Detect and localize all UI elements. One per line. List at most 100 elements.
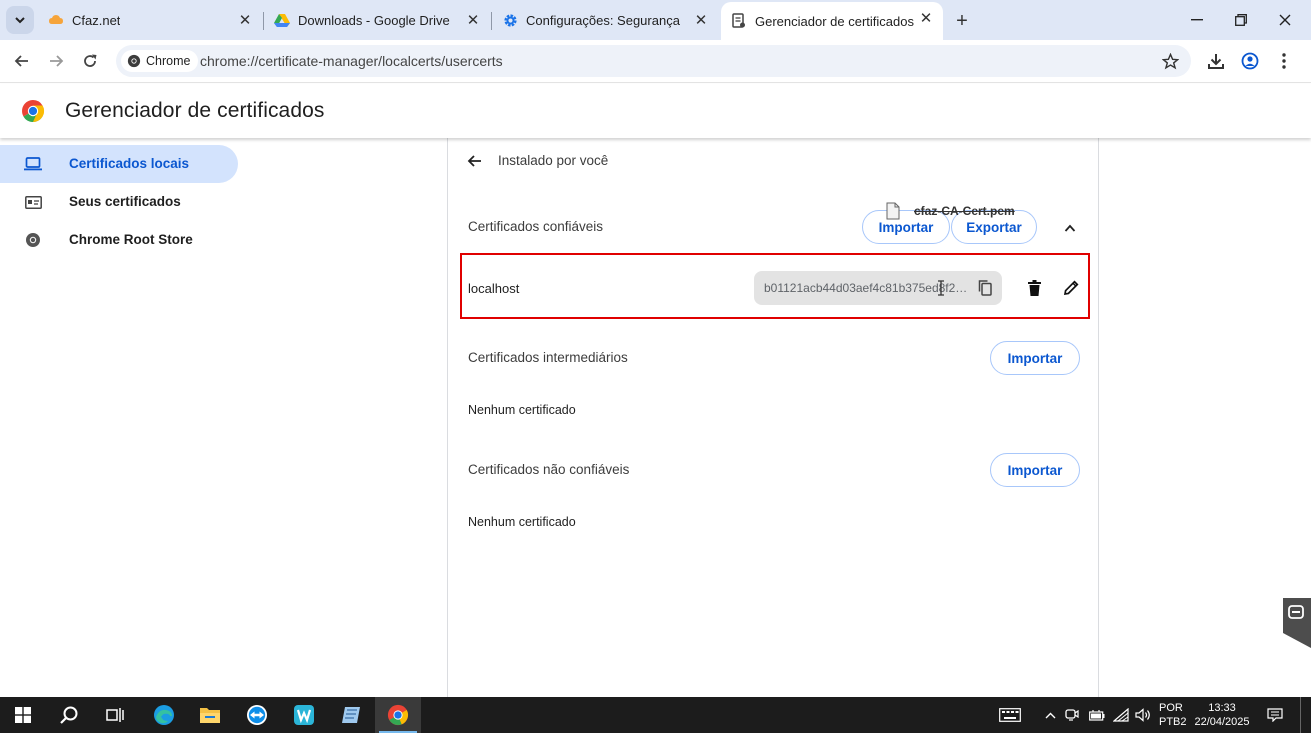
chevron-up-icon bbox=[1045, 712, 1055, 718]
close-icon bbox=[1279, 14, 1291, 26]
close-tab-icon[interactable]: ✕ bbox=[692, 11, 710, 29]
menu-button[interactable] bbox=[1272, 49, 1296, 73]
sidebar: Certificados locais Seus certificados Ch… bbox=[0, 138, 260, 698]
close-tab-icon[interactable]: ✕ bbox=[236, 11, 254, 29]
id-card-icon bbox=[24, 194, 42, 210]
chevron-up-icon bbox=[1064, 224, 1076, 232]
notification-icon bbox=[1267, 708, 1283, 722]
start-button[interactable] bbox=[0, 697, 46, 733]
task-view-button[interactable] bbox=[92, 697, 138, 733]
chip-label: Chrome bbox=[146, 54, 191, 68]
taskbar-teamviewer[interactable] bbox=[234, 697, 280, 733]
tab-search-button[interactable] bbox=[6, 6, 34, 34]
tab-settings-security[interactable]: Configurações: Segurança ✕ bbox=[494, 4, 718, 36]
tray-battery-button[interactable] bbox=[1086, 697, 1108, 733]
sidebar-item-local-certificates[interactable]: Certificados locais bbox=[0, 145, 238, 183]
address-bar[interactable]: Chrome chrome://certificate-manager/loca… bbox=[116, 45, 1191, 77]
speaker-icon bbox=[1135, 708, 1150, 722]
profile-button[interactable] bbox=[1238, 49, 1262, 73]
tray-volume-button[interactable] bbox=[1133, 697, 1153, 733]
certificate-card: Instalado por você Certificados confiáve… bbox=[447, 138, 1099, 698]
drive-icon bbox=[274, 12, 290, 28]
laptop-icon bbox=[24, 156, 42, 172]
tray-overflow-button[interactable] bbox=[1042, 697, 1058, 733]
bookmark-star-icon[interactable] bbox=[1161, 52, 1179, 70]
taskbar-search-button[interactable] bbox=[46, 697, 92, 733]
task-view-icon bbox=[106, 708, 124, 722]
notification-center-button[interactable] bbox=[1262, 697, 1288, 733]
sidebar-item-chrome-root-store[interactable]: Chrome Root Store bbox=[0, 221, 238, 259]
import-untrusted-button[interactable]: Importar bbox=[990, 453, 1080, 487]
edge-icon bbox=[154, 705, 174, 725]
taskbar-notes-app[interactable] bbox=[328, 697, 374, 733]
language-secondary: PTB2 bbox=[1159, 716, 1187, 728]
intermediate-certificates-label: Certificados intermediários bbox=[468, 350, 628, 365]
section-subtitle: Instalado por você bbox=[498, 153, 609, 168]
new-tab-button[interactable]: + bbox=[950, 9, 974, 33]
chrome-logo-icon bbox=[22, 100, 44, 122]
chevron-down-icon bbox=[15, 17, 25, 24]
restore-button[interactable] bbox=[1218, 0, 1264, 40]
downloads-button[interactable] bbox=[1204, 49, 1228, 73]
taskbar-file-explorer[interactable] bbox=[187, 697, 233, 733]
reload-button[interactable] bbox=[78, 49, 102, 73]
gear-icon bbox=[502, 12, 518, 28]
copy-icon[interactable] bbox=[977, 279, 993, 297]
tray-keyboard-button[interactable] bbox=[996, 697, 1024, 733]
clock-date: 22/04/2025 bbox=[1194, 716, 1250, 728]
tab-title: Downloads - Google Drive bbox=[298, 12, 450, 28]
text-cursor-icon bbox=[938, 280, 944, 296]
tab-title: Configurações: Segurança bbox=[526, 12, 680, 28]
minimize-button[interactable] bbox=[1174, 0, 1220, 40]
intermediate-empty-text: Nenhum certificado bbox=[468, 403, 576, 417]
sidebar-item-label: Certificados locais bbox=[69, 156, 190, 171]
arrow-right-icon bbox=[50, 55, 64, 67]
dragged-file: cfaz-CA-Cert.pem bbox=[886, 201, 1015, 221]
keyboard-icon bbox=[999, 708, 1021, 722]
clock[interactable]: 13:33 22/04/2025 bbox=[1192, 701, 1252, 729]
windows-taskbar: POR PTB2 13:33 22/04/2025 bbox=[0, 697, 1311, 733]
delete-certificate-button[interactable] bbox=[1024, 278, 1044, 298]
tab-certificate-manager[interactable]: Gerenciador de certificados ✕ bbox=[721, 2, 943, 40]
sidebar-item-label: Seus certificados bbox=[69, 194, 181, 209]
certificate-hash-field[interactable]: b01121acb44d03aef4c81b375ed8f24c... bbox=[754, 271, 1002, 305]
sidebar-item-your-certificates[interactable]: Seus certificados bbox=[0, 183, 238, 221]
edit-certificate-button[interactable] bbox=[1061, 278, 1081, 298]
remote-session-tab[interactable] bbox=[1283, 598, 1311, 648]
tray-meet-button[interactable] bbox=[1062, 697, 1082, 733]
back-button[interactable] bbox=[10, 49, 34, 73]
language-indicator[interactable]: POR PTB2 bbox=[1159, 701, 1187, 729]
taskbar-edge[interactable] bbox=[141, 697, 187, 733]
arrow-left-icon bbox=[467, 155, 481, 167]
tab-strip: Cfaz.net ✕ Downloads - Google Drive ✕ Co… bbox=[0, 0, 1311, 40]
dragged-file-name: cfaz-CA-Cert.pem bbox=[914, 204, 1015, 218]
close-window-button[interactable] bbox=[1262, 0, 1308, 40]
reload-icon bbox=[84, 54, 97, 67]
trash-icon bbox=[1027, 280, 1041, 296]
close-tab-icon[interactable]: ✕ bbox=[917, 9, 935, 27]
tab-cfaz[interactable]: Cfaz.net ✕ bbox=[40, 4, 262, 36]
chrome-icon bbox=[24, 232, 42, 248]
tab-divider bbox=[491, 12, 492, 30]
clock-time: 13:33 bbox=[1208, 702, 1236, 714]
import-intermediate-button[interactable]: Importar bbox=[990, 341, 1080, 375]
show-desktop-button[interactable] bbox=[1300, 697, 1311, 733]
back-arrow-button[interactable] bbox=[464, 152, 484, 170]
untrusted-empty-text: Nenhum certificado bbox=[468, 515, 576, 529]
close-tab-icon[interactable]: ✕ bbox=[464, 11, 482, 29]
wps-icon bbox=[294, 705, 314, 725]
folder-icon bbox=[200, 708, 220, 723]
teamviewer-icon bbox=[247, 705, 267, 725]
certificate-name: localhost bbox=[468, 281, 520, 296]
forward-button[interactable] bbox=[44, 49, 68, 73]
profile-icon bbox=[1241, 52, 1259, 70]
restore-icon bbox=[1235, 14, 1247, 26]
taskbar-chrome[interactable] bbox=[375, 697, 421, 733]
browser-toolbar: Chrome chrome://certificate-manager/loca… bbox=[0, 40, 1311, 83]
site-info-chip[interactable]: Chrome bbox=[121, 50, 199, 72]
tray-network-button[interactable] bbox=[1111, 697, 1131, 733]
taskbar-wps[interactable] bbox=[281, 697, 327, 733]
collapse-button[interactable] bbox=[1060, 220, 1080, 236]
more-vert-icon bbox=[1282, 53, 1286, 69]
tab-google-drive[interactable]: Downloads - Google Drive ✕ bbox=[266, 4, 490, 36]
